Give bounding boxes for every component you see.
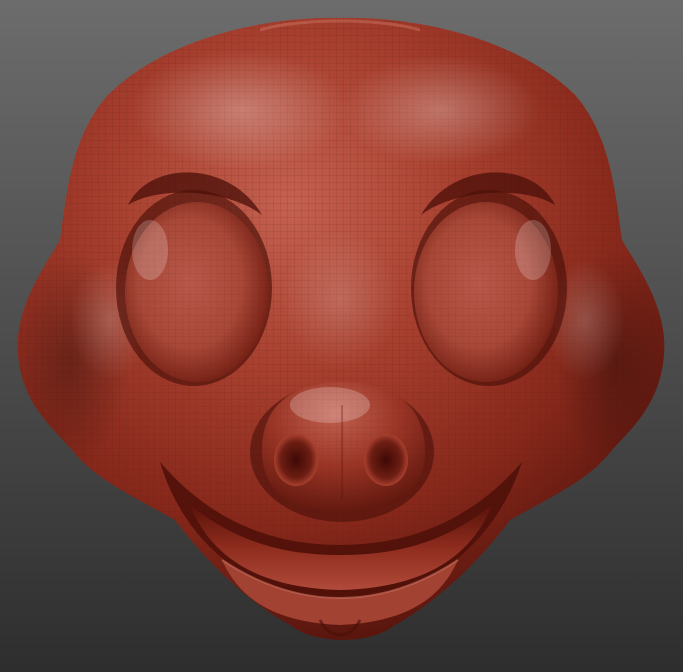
nostril-right <box>364 434 408 486</box>
eye-socket-left[interactable] <box>116 190 272 386</box>
snout[interactable] <box>250 382 434 522</box>
bridge-highlight <box>280 230 400 370</box>
nostril-left <box>274 434 318 486</box>
forehead-highlight-right <box>340 55 540 165</box>
forehead-highlight-left <box>130 50 350 170</box>
sculpt-viewport[interactable] <box>0 0 683 672</box>
viewport-canvas[interactable] <box>0 0 683 672</box>
eye-socket-right[interactable] <box>411 190 567 386</box>
snout-highlight <box>290 387 370 423</box>
